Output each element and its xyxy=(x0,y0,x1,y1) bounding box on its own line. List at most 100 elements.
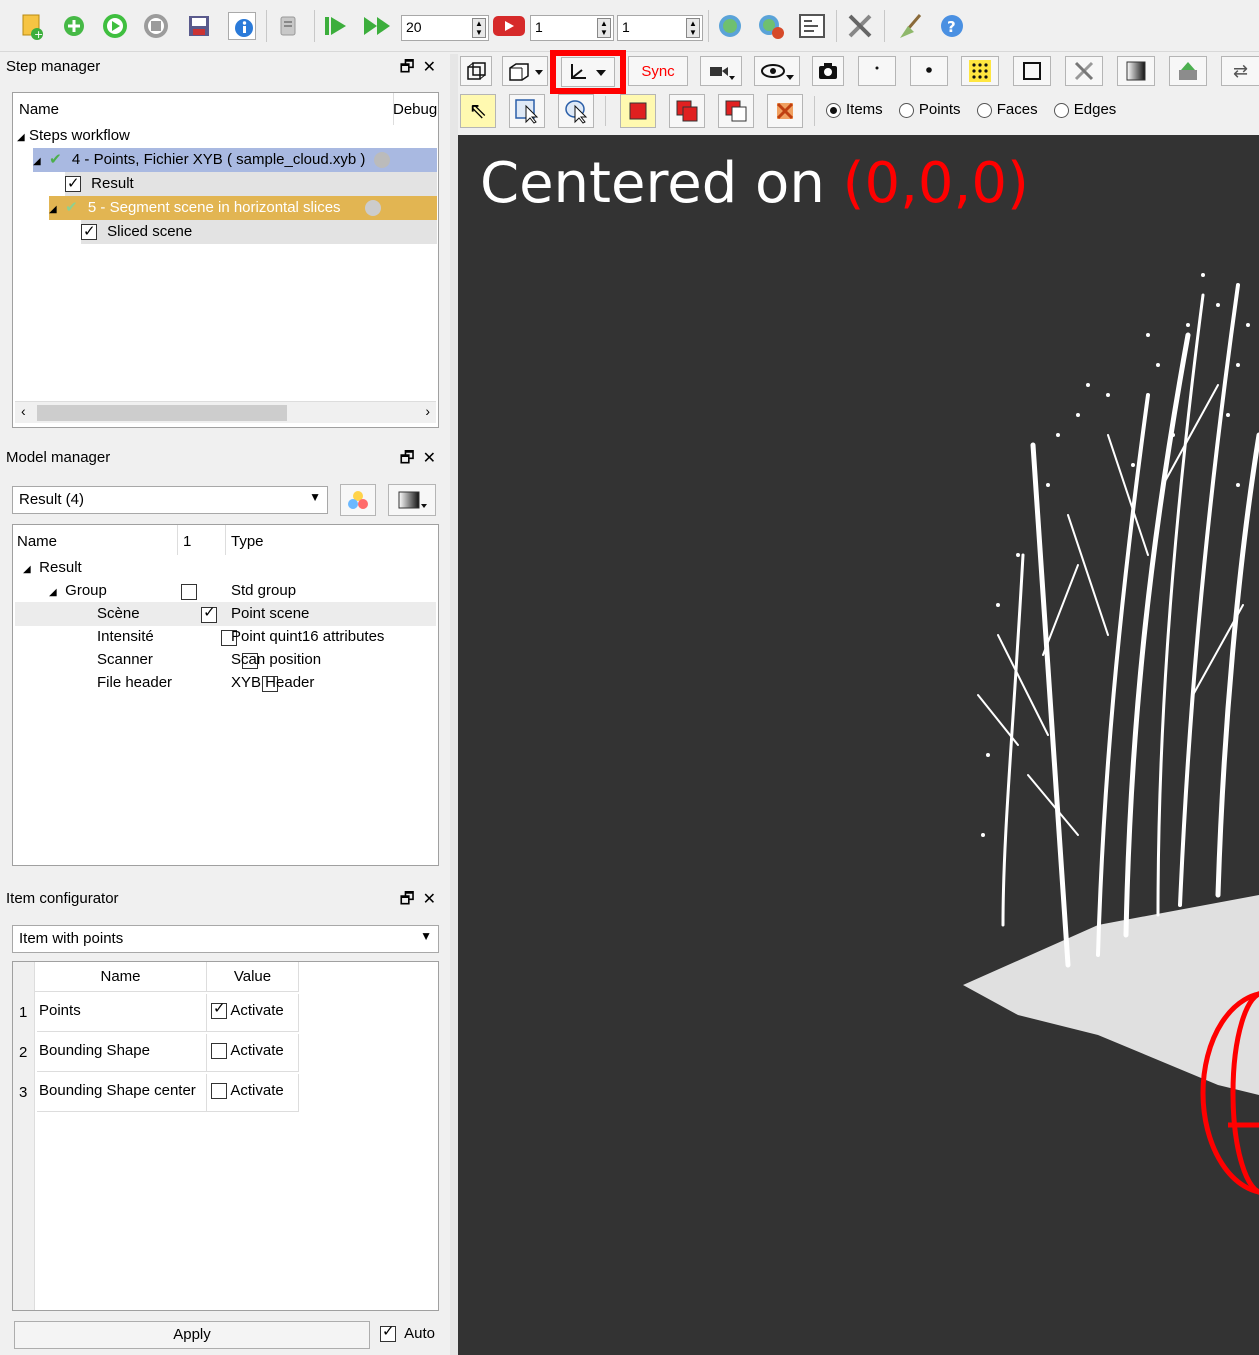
grid-points-button[interactable] xyxy=(961,56,999,86)
color-button[interactable] xyxy=(340,484,376,516)
scroll-thumb[interactable] xyxy=(37,405,287,421)
expand-arrow-icon[interactable]: ◢ xyxy=(33,150,45,174)
config-col-value[interactable]: Value xyxy=(207,962,299,992)
step-5-result-row[interactable]: Sliced scene xyxy=(81,220,437,244)
points-activate-cell[interactable]: Activate xyxy=(207,994,299,1032)
cloud-add-icon[interactable] xyxy=(716,12,744,40)
points-activate-checkbox[interactable] xyxy=(211,999,227,1020)
close-icon[interactable]: ✕ xyxy=(423,891,444,908)
close-icon[interactable]: ✕ xyxy=(423,59,444,76)
model-col-name[interactable]: Name xyxy=(17,533,57,550)
point-size-large-button[interactable] xyxy=(910,56,948,86)
screenshot-button[interactable] xyxy=(812,56,844,86)
gradient-button[interactable] xyxy=(388,484,436,516)
scroll-right-icon[interactable]: › xyxy=(425,403,430,419)
items-radio-wrap[interactable]: Items xyxy=(826,101,883,118)
float-icon[interactable]: 🗗 xyxy=(400,450,423,467)
h-scrollbar[interactable]: ‹ › xyxy=(15,401,436,423)
stop-icon[interactable] xyxy=(142,12,170,40)
scroll-left-icon[interactable]: ‹ xyxy=(21,403,26,419)
model-row-result[interactable]: ◢ Result xyxy=(23,556,82,580)
auto-checkbox[interactable] xyxy=(380,1322,396,1343)
3d-viewer[interactable]: Centered on (0,0,0) xyxy=(458,135,1259,1355)
broom-icon[interactable] xyxy=(896,12,924,40)
select-tool-button[interactable]: ⇖ xyxy=(460,94,496,128)
items-radio[interactable] xyxy=(826,102,841,118)
close-icon[interactable]: ✕ xyxy=(423,450,444,467)
sync-button[interactable]: Sync xyxy=(628,56,688,86)
expand-arrow-icon[interactable]: ◢ xyxy=(17,126,29,150)
model-row-group[interactable]: ◢ Group xyxy=(49,579,107,603)
config-col-name[interactable]: Name xyxy=(35,962,207,992)
apply-button[interactable]: Apply xyxy=(14,1321,370,1349)
step-col-name[interactable]: Name xyxy=(19,101,59,118)
fast-forward-icon[interactable] xyxy=(362,12,390,40)
step-col-debug[interactable]: Debug xyxy=(393,101,437,118)
bounding-shape-activate-checkbox[interactable] xyxy=(211,1043,227,1060)
expand-arrow-icon[interactable]: ◢ xyxy=(49,198,61,222)
model-col-type[interactable]: Type xyxy=(231,533,264,550)
plugin-icon[interactable] xyxy=(275,12,303,40)
expand-arrow-icon[interactable]: ◢ xyxy=(23,558,35,582)
save-icon[interactable] xyxy=(185,12,213,40)
sliced-scene-checkbox[interactable] xyxy=(81,220,97,244)
point-size-small-button[interactable] xyxy=(858,56,896,86)
debug-record-icon[interactable] xyxy=(492,12,526,40)
float-icon[interactable]: 🗗 xyxy=(400,891,423,908)
item-type-selector[interactable]: Item with points ▼ xyxy=(12,925,439,953)
background-color-button[interactable] xyxy=(1117,56,1155,86)
spin-arrows-icon[interactable]: ▲ ▼ xyxy=(686,18,700,38)
step-4-result-row[interactable]: Result xyxy=(65,172,437,196)
camera-button[interactable] xyxy=(700,56,742,86)
info-icon[interactable] xyxy=(228,12,256,40)
step-forward-icon[interactable] xyxy=(322,12,350,40)
select-lasso-button[interactable] xyxy=(558,94,594,128)
swap-button[interactable]: ⇄ xyxy=(1221,56,1259,86)
cloud-export-icon[interactable] xyxy=(756,12,784,40)
splitter[interactable] xyxy=(450,54,458,1355)
select-rect-button[interactable] xyxy=(509,94,545,128)
view-cube-button[interactable] xyxy=(502,56,548,86)
doc-icon[interactable] xyxy=(798,12,826,40)
visibility-button[interactable] xyxy=(754,56,800,86)
new-step-icon[interactable]: + xyxy=(18,12,46,40)
points-radio-wrap[interactable]: Points xyxy=(898,101,961,118)
bounding-center-activate-checkbox[interactable] xyxy=(211,1083,227,1100)
add-icon[interactable] xyxy=(60,12,88,40)
select-add-button[interactable] xyxy=(669,94,705,128)
float-icon[interactable]: 🗗 xyxy=(400,59,423,76)
bounding-center-activate-cell[interactable]: Activate xyxy=(207,1074,299,1112)
select-remove-button[interactable] xyxy=(718,94,754,128)
step-row-5[interactable]: ◢ ✔ 5 - Segment scene in horizontal slic… xyxy=(49,196,437,220)
edges-radio-wrap[interactable]: Edges xyxy=(1053,101,1116,118)
step-row-4[interactable]: ◢ ✔ 4 - Points, Fichier XYB ( sample_clo… xyxy=(33,148,437,172)
spin-arrows-icon[interactable]: ▲ ▼ xyxy=(597,18,611,38)
spin-arrows-icon[interactable]: ▲ ▼ xyxy=(472,18,486,38)
play-icon[interactable] xyxy=(101,12,129,40)
tools-icon[interactable] xyxy=(846,12,874,40)
points-radio[interactable] xyxy=(898,102,914,118)
group-checkbox[interactable] xyxy=(181,584,197,601)
scene-checkbox[interactable] xyxy=(201,603,218,624)
options-button[interactable] xyxy=(1065,56,1103,86)
result-selector[interactable]: Result (4) ▼ xyxy=(12,486,328,514)
edges-radio[interactable] xyxy=(1053,102,1069,118)
result-checkbox[interactable] xyxy=(65,172,81,196)
faces-radio[interactable] xyxy=(976,102,992,118)
axis-button[interactable] xyxy=(561,57,615,87)
jump-step-spinbox[interactable]: 1 ▲ ▼ xyxy=(617,15,703,41)
model-row-scene-bg[interactable] xyxy=(15,602,436,626)
auto-checkbox-wrap[interactable]: Auto xyxy=(380,1322,435,1343)
debug-step-spinbox[interactable]: 1 ▲ ▼ xyxy=(530,15,614,41)
bounding-box-button[interactable] xyxy=(1013,56,1051,86)
model-col-one[interactable]: 1 xyxy=(183,533,191,550)
tree-root[interactable]: ◢ Steps workflow xyxy=(17,124,130,148)
select-replace-button[interactable] xyxy=(620,94,656,128)
step-count-spinbox[interactable]: 20 ▲ ▼ xyxy=(401,15,489,41)
help-icon[interactable]: ? xyxy=(938,12,966,40)
faces-radio-wrap[interactable]: Faces xyxy=(976,101,1038,118)
export-button[interactable] xyxy=(1169,56,1207,86)
bounding-shape-activate-cell[interactable]: Activate xyxy=(207,1034,299,1072)
perspective-button[interactable] xyxy=(460,56,492,86)
clear-selection-button[interactable] xyxy=(767,94,803,128)
